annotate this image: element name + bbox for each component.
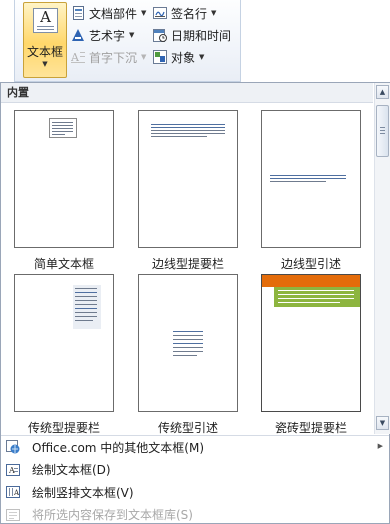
- draw-textbox-icon: A: [6, 463, 20, 477]
- menu-item-save-to-gallery[interactable]: 将所选内容保存到文本框库(S): [1, 504, 389, 524]
- office-online-icon: [6, 440, 20, 454]
- textbox-gallery: 简单文本框 边线型提要栏 边线型引述 传统型提要栏 传统型引述 瓷砖型提要栏: [1, 104, 373, 434]
- doc-parts-icon: [71, 6, 85, 20]
- chevron-down-icon: ▼: [199, 53, 205, 61]
- menu-item-draw-textbox[interactable]: A 绘制文本框(D): [1, 459, 389, 482]
- chevron-down-icon: ▼: [129, 31, 135, 39]
- section-header-builtin: 内置: [1, 83, 373, 103]
- svg-text:A: A: [8, 466, 15, 475]
- draw-vertical-textbox-icon: A: [6, 485, 20, 499]
- tile-preview: [14, 274, 114, 412]
- signature-line-icon: [153, 6, 167, 20]
- chevron-down-icon: ▼: [42, 60, 48, 68]
- chevron-right-icon: ▶: [377, 442, 383, 450]
- tile-preview: [138, 274, 238, 412]
- tile-label: 瓷砖型提要栏: [274, 421, 347, 434]
- scroll-thumb[interactable]: [376, 105, 389, 157]
- svg-text:A: A: [13, 489, 20, 497]
- menu-item-more-from-office[interactable]: Office.com 中的其他文本框(M) ▶: [1, 436, 389, 459]
- object-icon: [153, 50, 167, 64]
- tile-label: 边线型提要栏: [151, 257, 224, 271]
- tile-label: 传统型提要栏: [27, 421, 100, 434]
- textbox-button[interactable]: A 文本框 ▼: [23, 2, 67, 78]
- menu-item-draw-vertical-textbox[interactable]: A 绘制竖排文本框(V): [1, 481, 389, 504]
- textbox-icon: A: [33, 8, 58, 33]
- textbox-gallery-dropdown: 内置 简单文本框 边线型提要栏 边线型引述 传统型提要栏 传统型引述 瓷砖型提要…: [0, 82, 390, 524]
- scroll-up-arrow-icon[interactable]: ▲: [376, 85, 389, 99]
- tile-label: 传统型引述: [157, 421, 218, 434]
- tile-label: 简单文本框: [33, 257, 94, 271]
- gallery-menu: Office.com 中的其他文本框(M) ▶ A 绘制文本框(D) A 绘制竖…: [1, 435, 389, 524]
- date-time-icon: [153, 28, 167, 42]
- tile-preview: [261, 110, 361, 248]
- save-selection-icon: [6, 508, 20, 522]
- tile-label: 边线型引述: [280, 257, 341, 271]
- dropcap-icon: A: [71, 50, 85, 64]
- chevron-down-icon: ▼: [141, 9, 147, 17]
- wordart-icon: [71, 28, 85, 42]
- tile-preview: [14, 110, 114, 248]
- object-button[interactable]: 对象 ▼: [153, 48, 204, 66]
- tile-preview: [138, 110, 238, 248]
- chevron-down-icon: ▼: [141, 53, 147, 61]
- chevron-down-icon: ▼: [211, 9, 217, 17]
- scroll-down-arrow-icon[interactable]: ▼: [376, 416, 389, 430]
- date-time-button[interactable]: 日期和时间: [153, 26, 231, 44]
- doc-parts-button[interactable]: 文档部件 ▼: [71, 4, 146, 22]
- signature-line-button[interactable]: 签名行 ▼: [153, 4, 216, 22]
- insert-text-group: A 文本框 ▼ 文档部件 ▼ 艺术字 ▼ A 首字下沉 ▼ 签名行 ▼ 日期和时…: [14, 0, 241, 82]
- gallery-scrollbar[interactable]: ▲ ▼: [374, 83, 390, 434]
- dropcap-button[interactable]: A 首字下沉 ▼: [71, 48, 146, 66]
- tile-preview: [261, 274, 361, 412]
- textbox-label: 文本框: [26, 45, 63, 59]
- wordart-button[interactable]: 艺术字 ▼: [71, 26, 134, 44]
